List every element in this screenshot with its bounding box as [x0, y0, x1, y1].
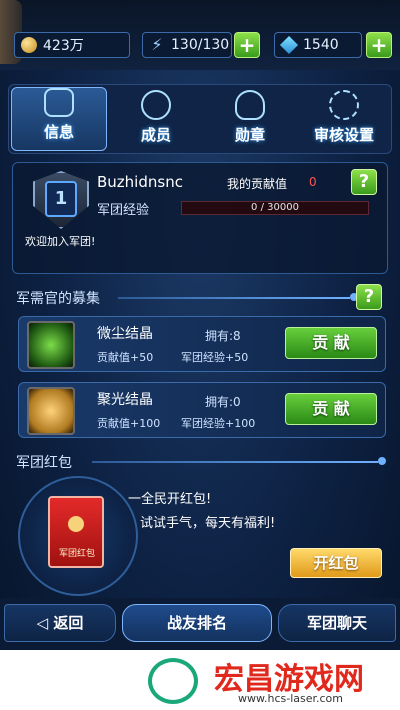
gold-coin-icon — [21, 37, 37, 53]
diamond-icon — [279, 35, 299, 55]
gem-value: 1540 — [303, 37, 339, 53]
donate-button[interactable]: 贡 献 — [285, 327, 377, 359]
exp-label: 军团经验 — [97, 203, 150, 218]
tab-label: 信息 — [43, 123, 74, 141]
item-owned: 拥有:0 — [205, 395, 241, 409]
item-name: 聚光结晶 — [97, 392, 153, 408]
chart-icon — [44, 88, 74, 117]
watermark-logo-icon — [148, 658, 198, 704]
item-exp: 军团经验+100 — [181, 417, 256, 430]
gold-crystal-icon — [27, 387, 75, 435]
open-red-packet-button[interactable]: 开红包 — [290, 548, 382, 578]
gear-icon — [329, 90, 359, 120]
red-packet-line1: 一全民开红包! — [128, 492, 212, 507]
red-packet-line2: 试试手气，每天有福利! — [140, 516, 276, 531]
gold-counter: 423万 — [14, 32, 130, 58]
divider — [92, 461, 378, 463]
back-button[interactable]: ◁ 返回 — [4, 604, 116, 642]
item-name: 微尘结晶 — [97, 326, 153, 342]
soldier-icon — [141, 90, 171, 120]
contribution-value: 0 — [309, 175, 317, 189]
lightning-icon: ⚡ — [151, 35, 163, 54]
tab-label: 成员 — [140, 126, 171, 144]
tab-label: 审核设置 — [313, 126, 374, 144]
tab-members[interactable]: 成员 — [109, 85, 203, 153]
help-button[interactable]: ? — [351, 169, 377, 195]
legion-chat-button[interactable]: 军团聊天 — [278, 604, 396, 642]
add-stamina-button[interactable]: + — [234, 32, 260, 58]
exp-progress-text: 0 / 30000 — [251, 202, 299, 213]
recruit-item-card: 聚光结晶 拥有:0 贡献值+100 军团经验+100 贡 献 — [18, 382, 386, 438]
stamina-value: 130/130 — [171, 37, 230, 53]
recruit-item-card: 微尘结晶 拥有:8 贡献值+50 军团经验+50 贡 献 — [18, 316, 386, 372]
item-contribution: 贡献值+100 — [97, 417, 161, 430]
stamina-counter: ⚡ 130/130 — [142, 32, 232, 58]
back-label: 返回 — [53, 614, 84, 632]
section-title: 军需官的募集 — [16, 291, 100, 307]
green-crystal-icon — [27, 321, 75, 369]
divider-dot — [378, 457, 386, 465]
tab-info[interactable]: 信息 — [11, 87, 107, 151]
recruit-section-header: 军需官的募集 — [8, 286, 392, 308]
section-title: 军团红包 — [16, 455, 72, 471]
legion-level: 1 — [45, 181, 77, 217]
tab-bar: 信息 成员 勋章 审核设置 — [8, 84, 392, 154]
red-packet-section-header: 军团红包 — [8, 450, 392, 472]
gold-value: 423万 — [43, 38, 84, 54]
ranking-button[interactable]: 战友排名 — [122, 604, 272, 642]
watermark-url: www.hcs-laser.com — [238, 692, 343, 705]
add-gems-button[interactable]: + — [366, 32, 392, 58]
tab-review-settings[interactable]: 审核设置 — [297, 85, 391, 153]
welcome-text: 欢迎加入军团! — [25, 235, 96, 248]
tab-medals[interactable]: 勋章 — [203, 85, 297, 153]
chevron-left-icon: ◁ — [36, 614, 54, 632]
legion-info-panel: 1 Buzhidnsnc 我的贡献值 0 ? 军团经验 0 / 30000 欢迎… — [12, 162, 388, 274]
gem-counter: 1540 — [274, 32, 362, 58]
recruit-help-button[interactable]: ? — [356, 284, 382, 310]
legion-name: Buzhidnsnc — [97, 173, 183, 191]
item-contribution: 贡献值+50 — [97, 351, 154, 364]
contribution-label: 我的贡献值 — [227, 177, 288, 191]
divider — [118, 297, 350, 299]
donate-button[interactable]: 贡 献 — [285, 393, 377, 425]
item-exp: 军团经验+50 — [181, 351, 249, 364]
exp-progress-bar: 0 / 30000 — [181, 201, 369, 215]
medal-icon — [235, 90, 265, 120]
red-packet-bag-label: 军团红包 — [58, 549, 95, 559]
item-owned: 拥有:8 — [205, 329, 241, 343]
tab-label: 勋章 — [234, 126, 265, 144]
